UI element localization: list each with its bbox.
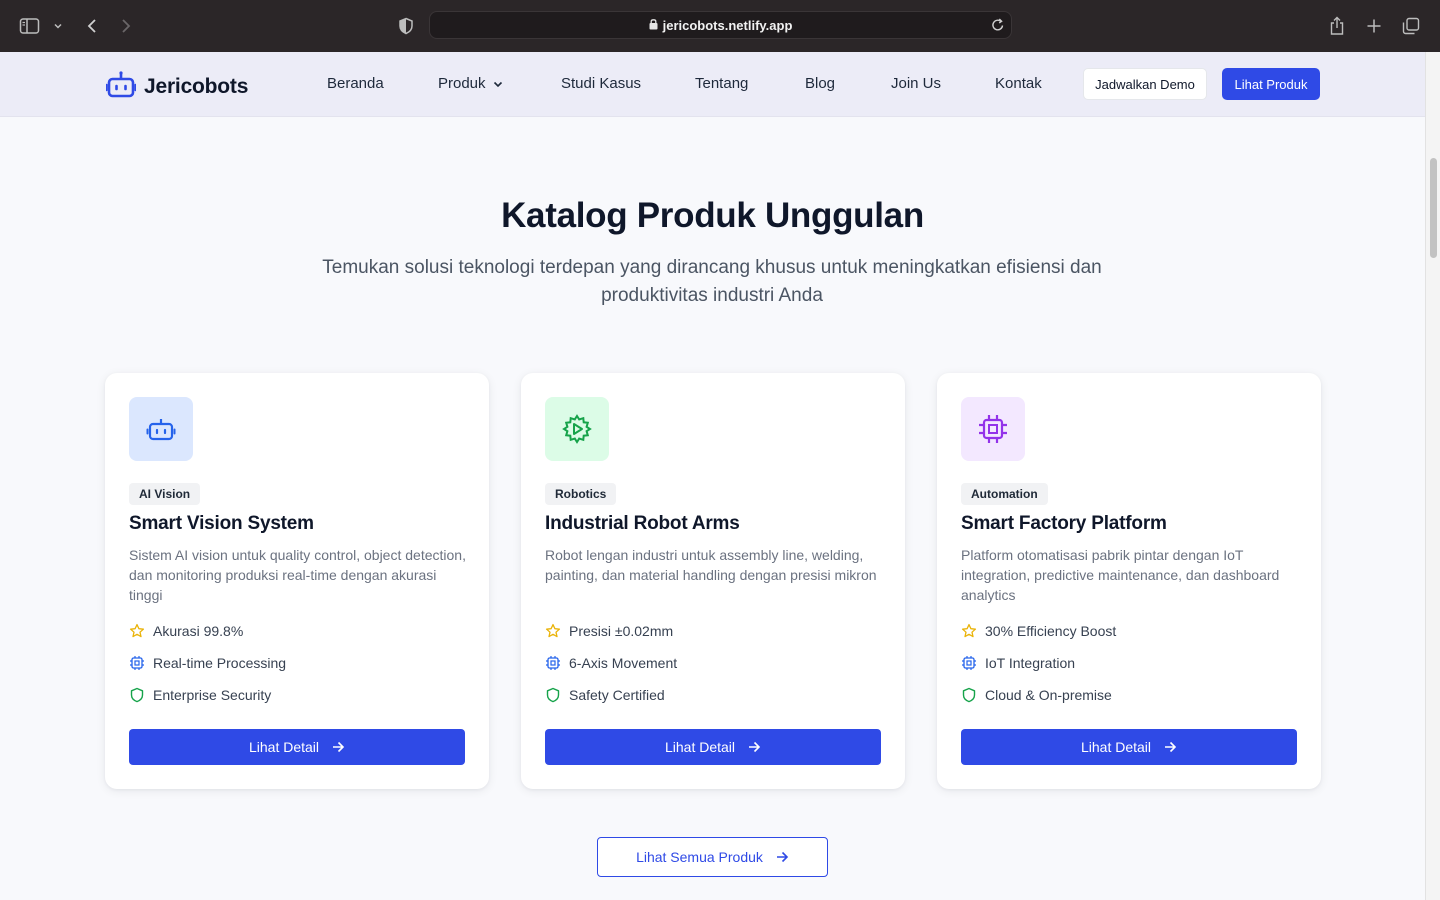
feature-text: 6-Axis Movement xyxy=(569,655,678,671)
nav-label: Beranda xyxy=(327,75,384,92)
site-header: Jericobots Beranda Produk Studi Kasus Te… xyxy=(0,52,1425,117)
nav-label: Produk xyxy=(438,75,486,92)
feature-text: IoT Integration xyxy=(985,655,1076,671)
feature-item: Presisi ±0.02mm xyxy=(545,621,673,641)
feature-text: Presisi ±0.02mm xyxy=(569,623,674,639)
arrow-right-icon xyxy=(747,740,761,754)
feature-text: 30% Efficiency Boost xyxy=(985,623,1117,639)
product-card-robot-arms: Robotics Industrial Robot Arms Robot len… xyxy=(521,373,905,789)
nav-tentang[interactable]: Tentang xyxy=(695,75,748,92)
feature-text: Real-time Processing xyxy=(153,655,287,671)
product-description: Platform otomatisasi pabrik pintar denga… xyxy=(961,547,1280,603)
nav-label: Blog xyxy=(805,75,836,92)
feature-item: 30% Efficiency Boost xyxy=(961,621,1116,641)
feature-item: 6-Axis Movement xyxy=(545,653,677,673)
nav-join-us[interactable]: Join Us xyxy=(891,75,941,92)
feature-text: Akurasi 99.8% xyxy=(153,623,244,639)
forward-icon[interactable] xyxy=(114,14,138,38)
chevron-down-icon xyxy=(493,75,503,92)
cpu-chip-icon xyxy=(961,397,1025,461)
nav-blog[interactable]: Blog xyxy=(805,75,835,92)
back-icon[interactable] xyxy=(80,14,104,38)
new-tab-icon[interactable] xyxy=(1362,14,1386,38)
robot-logo-icon xyxy=(105,70,137,103)
nav-produk[interactable]: Produk xyxy=(438,75,503,92)
nav-label: Tentang xyxy=(695,75,749,92)
view-all-products-button[interactable]: Lihat Semua Produk xyxy=(597,837,828,877)
product-title: Smart Vision System xyxy=(129,513,314,534)
star-icon xyxy=(961,623,977,639)
url-text: jericobots.netlify.app xyxy=(662,17,793,33)
share-icon[interactable] xyxy=(1325,14,1349,38)
cpu-icon xyxy=(545,655,561,671)
feature-item: Real-time Processing xyxy=(129,653,286,673)
page-subtitle: Temukan solusi teknologi terdepan yang d… xyxy=(322,257,1102,306)
product-card-smart-factory: Automation Smart Factory Platform Platfo… xyxy=(937,373,1321,789)
category-tag: AI Vision xyxy=(129,483,201,505)
view-detail-button[interactable]: Lihat Detail xyxy=(545,729,881,765)
privacy-shield-icon[interactable] xyxy=(394,14,418,38)
scrollbar-thumb[interactable] xyxy=(1430,158,1437,258)
category-tag: Automation xyxy=(961,483,1048,505)
button-label: Lihat Detail xyxy=(664,739,736,755)
cog-play-icon xyxy=(545,397,609,461)
nav-label: Join Us xyxy=(891,75,942,92)
category-tag: Robotics xyxy=(545,483,617,505)
product-title: Smart Factory Platform xyxy=(961,513,1167,534)
schedule-demo-button[interactable]: Jadwalkan Demo xyxy=(1083,68,1207,100)
lock-icon xyxy=(649,18,658,33)
page-title: Katalog Produk Unggulan xyxy=(501,196,924,235)
button-label: Lihat Detail xyxy=(248,739,320,755)
nav-label: Kontak xyxy=(995,75,1042,92)
shield-icon xyxy=(961,687,977,703)
feature-text: Safety Certified xyxy=(569,687,665,703)
product-description: Sistem AI vision untuk quality control, … xyxy=(129,547,466,603)
reload-icon[interactable] xyxy=(991,17,1005,36)
logo[interactable]: Jericobots xyxy=(105,70,249,103)
feature-text: Cloud & On-premise xyxy=(985,687,1112,703)
arrow-right-icon xyxy=(775,850,789,864)
arrow-right-icon xyxy=(1163,740,1177,754)
cpu-icon xyxy=(129,655,145,671)
shield-icon xyxy=(129,687,145,703)
view-products-button[interactable]: Lihat Produk xyxy=(1222,68,1320,100)
button-label: Lihat Detail xyxy=(1080,739,1152,755)
sidebar-toggle-icon[interactable] xyxy=(18,14,42,38)
tab-overview-icon[interactable] xyxy=(1399,14,1423,38)
feature-item: Safety Certified xyxy=(545,685,665,705)
browser-toolbar: jericobots.netlify.app xyxy=(0,0,1440,52)
product-card-smart-vision: AI Vision Smart Vision System Sistem AI … xyxy=(105,373,489,789)
product-description: Robot lengan industri untuk assembly lin… xyxy=(545,547,877,583)
nav-beranda[interactable]: Beranda xyxy=(327,75,384,92)
page-scrollbar[interactable] xyxy=(1425,52,1440,900)
logo-text: Jericobots xyxy=(144,74,249,98)
feature-item: IoT Integration xyxy=(961,653,1075,673)
nav-kontak[interactable]: Kontak xyxy=(995,75,1042,92)
feature-item: Cloud & On-premise xyxy=(961,685,1112,705)
feature-text: Enterprise Security xyxy=(153,687,272,703)
nav-label: Studi Kasus xyxy=(561,75,642,92)
robot-icon xyxy=(129,397,193,461)
arrow-right-icon xyxy=(331,740,345,754)
chevron-down-icon[interactable] xyxy=(48,14,68,38)
cpu-icon xyxy=(961,655,977,671)
feature-item: Enterprise Security xyxy=(129,685,271,705)
product-title: Industrial Robot Arms xyxy=(545,513,740,534)
view-detail-button[interactable]: Lihat Detail xyxy=(961,729,1297,765)
nav-studi-kasus[interactable]: Studi Kasus xyxy=(561,75,641,92)
shield-icon xyxy=(545,687,561,703)
star-icon xyxy=(545,623,561,639)
address-bar[interactable]: jericobots.netlify.app xyxy=(429,11,1012,39)
view-detail-button[interactable]: Lihat Detail xyxy=(129,729,465,765)
button-label: Lihat Semua Produk xyxy=(636,849,763,865)
star-icon xyxy=(129,623,145,639)
feature-item: Akurasi 99.8% xyxy=(129,621,243,641)
